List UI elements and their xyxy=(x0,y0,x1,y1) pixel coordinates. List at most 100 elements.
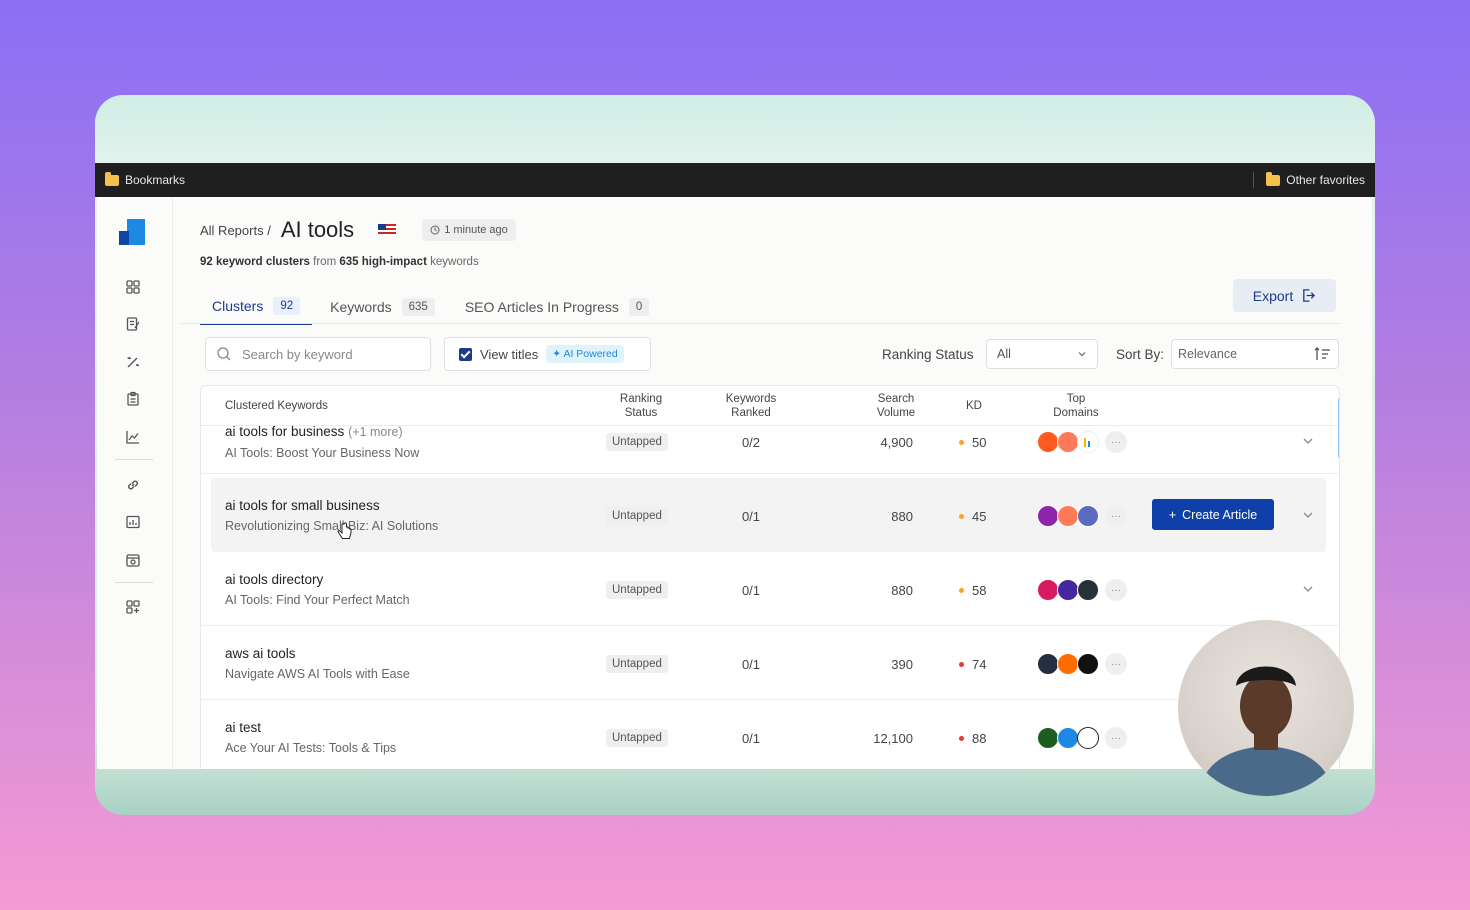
search-volume: 880 xyxy=(891,509,913,524)
tab-keywords[interactable]: Keywords 635 xyxy=(318,297,447,325)
tab-label: Clusters xyxy=(212,298,264,314)
cluster-keyword[interactable]: ai test xyxy=(225,720,261,735)
kd-score: 74 xyxy=(959,657,986,672)
apps-add-icon[interactable] xyxy=(125,599,141,615)
kd-dot xyxy=(959,662,964,667)
export-icon xyxy=(1303,289,1316,302)
view-titles-toggle[interactable]: View titles ✦ AI Powered xyxy=(444,337,651,371)
table-row[interactable]: ai tools for small business Revolutioniz… xyxy=(211,478,1326,552)
bookmarks-folder[interactable]: Bookmarks xyxy=(105,171,186,187)
chevron-down-icon[interactable] xyxy=(1301,508,1315,522)
report-tabs: Clusters 92 Keywords 635 SEO Articles In… xyxy=(200,297,667,325)
hubspot-domain-icon[interactable] xyxy=(1057,431,1079,453)
table-row[interactable]: aws ai tools Navigate AWS AI Tools with … xyxy=(201,626,1339,700)
keywords-ranked: 0/1 xyxy=(741,731,761,746)
line-chart-icon[interactable] xyxy=(125,429,141,445)
cluster-keyword[interactable]: ai tools for small business xyxy=(225,498,380,513)
tab-clusters[interactable]: Clusters 92 xyxy=(200,297,313,325)
clusters-table: Clustered Keywords Ranking Status Keywor… xyxy=(200,385,1340,769)
sort-by-value: Relevance xyxy=(1178,347,1238,361)
chevron-down-icon[interactable] xyxy=(1301,582,1315,596)
col-ranking-status-l1: Ranking xyxy=(619,393,663,405)
create-article-label: Create Article xyxy=(1182,507,1258,522)
chevron-down-icon[interactable] xyxy=(1301,434,1315,448)
kd-value: 58 xyxy=(972,583,987,598)
hand-cursor-icon xyxy=(337,522,352,539)
col-keywords-ranked-l2: Ranked xyxy=(731,407,771,419)
document-edit-icon[interactable] xyxy=(125,316,141,332)
create-article-button[interactable]: + Create Article xyxy=(1152,499,1274,530)
summary-clusters: 92 keyword clusters xyxy=(200,256,310,268)
keywords-ranked: 0/2 xyxy=(741,435,761,450)
export-button[interactable]: Export xyxy=(1233,279,1336,312)
ai-domain-icon[interactable] xyxy=(1037,505,1059,527)
more-domains-icon[interactable]: ··· xyxy=(1105,431,1127,453)
top-domains: ··· xyxy=(1037,579,1127,601)
cluster-keyword[interactable]: ai tools directory xyxy=(225,572,323,587)
dashboard-icon[interactable] xyxy=(125,279,141,295)
sidebar-divider xyxy=(115,459,153,460)
hubspot-domain-icon[interactable] xyxy=(1057,505,1079,527)
col-kd: KD xyxy=(966,400,982,412)
view-titles-label: View titles xyxy=(480,346,539,362)
chevron-down-icon xyxy=(1078,352,1086,357)
table-row[interactable]: ai tools directory AI Tools: Find Your P… xyxy=(201,552,1339,626)
search-volume: 390 xyxy=(891,657,913,672)
search-input[interactable] xyxy=(242,346,412,362)
breadcrumb-all-reports[interactable]: All Reports / xyxy=(200,223,271,238)
tab-count: 635 xyxy=(401,298,435,316)
robot-domain-icon[interactable] xyxy=(1037,727,1059,749)
grid-domain-icon[interactable] xyxy=(1077,505,1099,527)
calendar-settings-icon[interactable] xyxy=(125,552,141,568)
zapier-domain-icon[interactable] xyxy=(1037,431,1059,453)
more-domains-icon[interactable]: ··· xyxy=(1105,579,1127,601)
tab-count: 92 xyxy=(273,297,301,315)
table-row[interactable]: ai test Ace Your AI Tests: Tools & Tips … xyxy=(201,700,1339,769)
sort-order-icon[interactable] xyxy=(1314,346,1332,362)
ranking-status-badge: Untapped xyxy=(606,507,668,525)
ranking-status-select[interactable]: All xyxy=(986,339,1098,369)
webcam-overlay xyxy=(1178,620,1354,796)
medium-domain-icon[interactable] xyxy=(1077,653,1099,675)
kd-dot xyxy=(959,514,964,519)
target-domain-icon[interactable] xyxy=(1057,579,1079,601)
target-domain-icon[interactable] xyxy=(1057,727,1079,749)
summary-from: from xyxy=(313,256,337,268)
report-icon[interactable] xyxy=(125,514,141,530)
more-domains-icon[interactable]: ··· xyxy=(1105,727,1127,749)
sort-by-select[interactable]: Relevance xyxy=(1171,339,1339,369)
stripes-domain-icon[interactable] xyxy=(1057,653,1079,675)
summary-keywords: 635 high-impact xyxy=(339,256,427,268)
bookmarks-label: Bookmarks xyxy=(125,173,186,187)
cluster-keyword[interactable]: ai tools for business (+1 more) xyxy=(225,424,403,439)
app-logo[interactable] xyxy=(119,219,145,245)
futurepedia-domain-icon[interactable] xyxy=(1077,579,1099,601)
bookmarks-bar: Bookmarks Other favorites xyxy=(95,163,1375,197)
tab-seo-articles[interactable]: SEO Articles In Progress 0 xyxy=(453,297,661,325)
col-top-domains: Top Domains xyxy=(1041,392,1111,420)
circle-domain-icon[interactable] xyxy=(1037,579,1059,601)
table-header: Clustered Keywords Ranking Status Keywor… xyxy=(201,386,1339,426)
kd-score: 58 xyxy=(959,583,986,598)
view-titles-checkbox[interactable] xyxy=(459,347,472,361)
col-keywords-ranked-l1: Keywords xyxy=(725,393,777,405)
cluster-keyword[interactable]: aws ai tools xyxy=(225,646,296,661)
top-domains: ··· xyxy=(1037,505,1127,527)
link-icon[interactable] xyxy=(125,477,141,493)
table-row[interactable]: ai tools for business (+1 more) AI Tools… xyxy=(201,424,1339,474)
bookmarks-divider xyxy=(1253,172,1255,188)
aws-domain-icon[interactable] xyxy=(1037,653,1059,675)
clock-icon xyxy=(430,225,440,235)
top-domains: ··· xyxy=(1037,727,1127,749)
bar-chart-domain-icon[interactable] xyxy=(1077,431,1099,453)
magic-wand-icon[interactable] xyxy=(125,354,141,370)
c-domain-icon[interactable] xyxy=(1077,727,1099,749)
report-summary: 92 keyword clusters from 635 high-impact… xyxy=(200,256,479,268)
cluster-title: Revolutionizing Small Biz: AI Solutions xyxy=(225,519,439,533)
other-favorites-folder[interactable]: Other favorites xyxy=(1266,171,1365,187)
kd-dot xyxy=(959,588,964,593)
clipboard-icon[interactable] xyxy=(125,391,141,407)
more-domains-icon[interactable]: ··· xyxy=(1105,653,1127,675)
more-domains-icon[interactable]: ··· xyxy=(1105,505,1127,527)
page-title: AI tools xyxy=(280,217,355,242)
